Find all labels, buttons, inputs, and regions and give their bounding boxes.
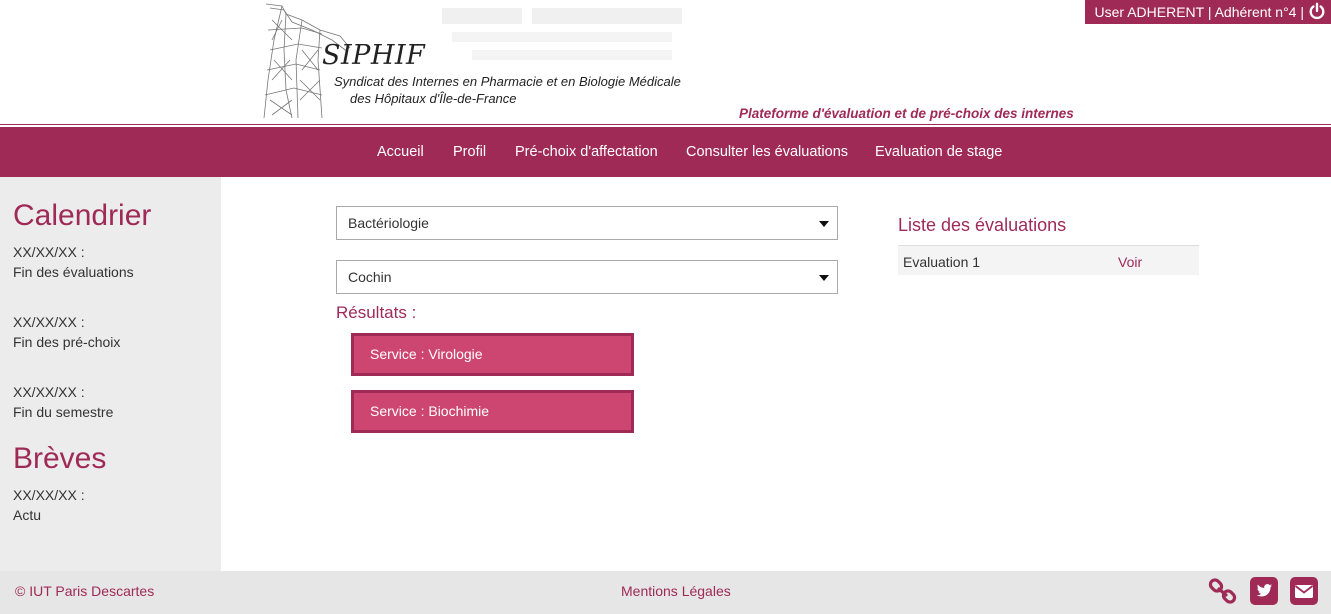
logo-title: SIPHIF (322, 40, 426, 71)
calendar-event: Fin des évaluations (13, 264, 134, 280)
twitter-icon[interactable] (1249, 576, 1279, 606)
main-nav: Accueil Profil Pré-choix d'affectation C… (0, 127, 1331, 177)
service-button-virologie[interactable]: Service : Virologie (351, 333, 634, 376)
hospital-select[interactable]: Cochin (336, 260, 838, 294)
copyright-text: © IUT Paris Descartes (15, 583, 155, 599)
siphif-logo[interactable]: SIPHIF Syndicat des Internes en Pharmaci… (262, 0, 702, 122)
evaluations-table: Evaluation 1 Voir (898, 245, 1199, 275)
specialty-select-value: Bactériologie (348, 215, 429, 231)
chevron-down-icon (819, 221, 829, 227)
sidebar: Calendrier XX/XX/XX : Fin des évaluation… (0, 177, 221, 571)
link-icon[interactable] (1208, 576, 1238, 606)
hospital-select-value: Cochin (348, 269, 392, 285)
nav-item-evaluation-stage[interactable]: Evaluation de stage (875, 144, 1002, 160)
news-date: XX/XX/XX : (13, 487, 85, 503)
nav-divider (0, 124, 1331, 125)
user-label: User ADHERENT | Adhérent n°4 | (1094, 4, 1304, 20)
logo-subtitle-1: Syndicat des Internes en Pharmacie et en… (334, 74, 681, 89)
footer: © IUT Paris Descartes Mentions Légales (0, 571, 1331, 614)
calendar-title: Calendrier (13, 199, 152, 232)
legal-link[interactable]: Mentions Légales (621, 583, 731, 599)
power-icon[interactable] (1308, 2, 1326, 20)
calendar-event: Fin du semestre (13, 404, 114, 420)
evaluation-name: Evaluation 1 (903, 254, 981, 270)
nav-item-accueil[interactable]: Accueil (377, 144, 424, 160)
nav-item-profil[interactable]: Profil (453, 144, 486, 160)
nav-item-consulter-evaluations[interactable]: Consulter les évaluations (686, 144, 848, 160)
service-button-biochimie[interactable]: Service : Biochimie (351, 390, 634, 433)
results-label: Résultats : (336, 303, 417, 322)
logo-subtitle-2: des Hôpitaux d'Île-de-France (350, 91, 517, 106)
calendar-event: Fin des pré-choix (13, 334, 121, 350)
view-evaluation-link[interactable]: Voir (1118, 254, 1142, 270)
platform-tagline: Plateforme d'évaluation et de pré-choix … (739, 106, 1074, 121)
watermark-decoration (442, 8, 682, 60)
user-menu[interactable]: User ADHERENT | Adhérent n°4 | (1084, 0, 1331, 24)
nav-item-pre-choix[interactable]: Pré-choix d'affectation (515, 144, 658, 160)
news-item: Actu (13, 507, 42, 523)
mail-icon[interactable] (1289, 576, 1319, 606)
calendar-date: XX/XX/XX : (13, 314, 85, 330)
specialty-select[interactable]: Bactériologie (336, 206, 838, 240)
evaluations-title: Liste des évaluations (898, 215, 1067, 235)
calendar-date: XX/XX/XX : (13, 384, 85, 400)
chevron-down-icon (819, 275, 829, 281)
news-title: Brèves (13, 442, 107, 475)
header: SIPHIF Syndicat des Internes en Pharmaci… (0, 0, 1331, 125)
calendar-date: XX/XX/XX : (13, 244, 85, 260)
